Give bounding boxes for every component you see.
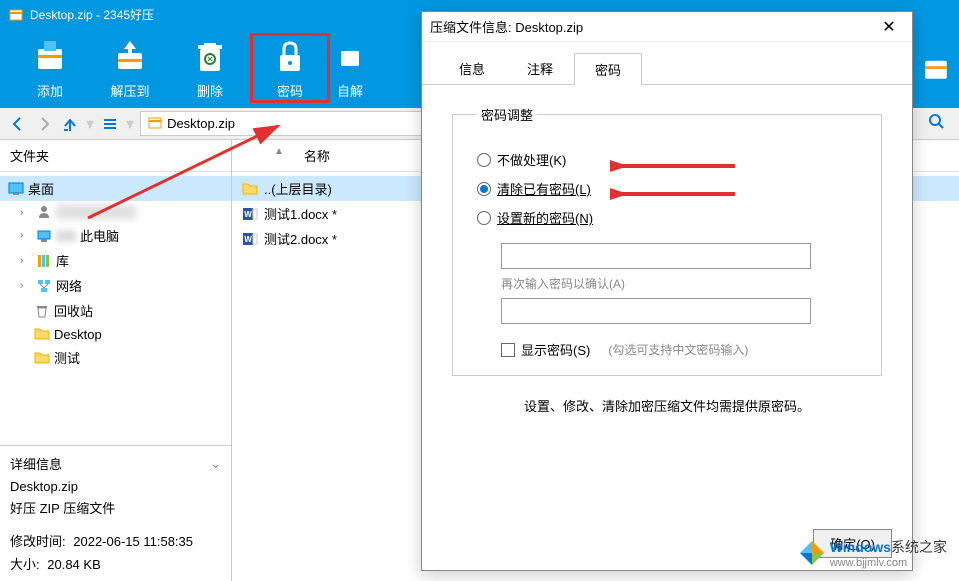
recycle-icon — [34, 303, 50, 319]
radio-new[interactable] — [477, 211, 491, 225]
path-text: Desktop.zip — [167, 116, 235, 131]
delete-button[interactable]: 删除 — [170, 33, 250, 103]
search-icon[interactable] — [928, 113, 944, 134]
confirm-label: 再次输入密码以确认(A) — [501, 275, 857, 292]
radio-none[interactable] — [477, 153, 491, 167]
tree-item-desktop[interactable]: 桌面 — [0, 176, 231, 201]
dialog-tabs: 信息 注释 密码 — [422, 42, 912, 85]
tab-password[interactable]: 密码 — [574, 53, 642, 85]
sidebar-header: 文件夹 — [0, 140, 231, 172]
tab-info[interactable]: 信息 — [438, 52, 506, 84]
up-icon[interactable] — [60, 114, 80, 134]
word-icon: W — [242, 231, 258, 247]
dialog-note: 设置、修改、清除加密压缩文件均需提供原密码。 — [452, 396, 882, 415]
folder-up-icon — [242, 181, 258, 197]
password-fieldset: 密码调整 不做处理(K) 清除已有密码(L) 设置新的密码(N) 再次输入密码以… — [452, 105, 882, 376]
nav-right-fragment — [913, 108, 959, 140]
delete-icon — [190, 37, 230, 77]
password-confirm-input[interactable] — [501, 298, 811, 324]
radio-clear[interactable] — [477, 182, 491, 196]
tab-comment[interactable]: 注释 — [506, 52, 574, 84]
folder-icon — [34, 326, 50, 342]
dialog-title-text: 压缩文件信息: Desktop.zip — [430, 17, 583, 36]
fieldset-legend: 密码调整 — [477, 105, 537, 124]
details-modified-label: 修改时间: — [10, 534, 66, 549]
chevron-icon[interactable]: › — [20, 255, 32, 266]
tree-item-computer[interactable]: › 此电脑 — [0, 223, 231, 248]
window-title: Desktop.zip - 2345好压 — [30, 6, 154, 23]
tree-item-user[interactable]: › — [0, 201, 231, 223]
details-filename: Desktop.zip — [10, 479, 221, 494]
user-icon — [36, 204, 52, 220]
dialog-title-bar: 压缩文件信息: Desktop.zip ✕ — [422, 12, 912, 42]
lock-icon — [270, 37, 310, 77]
password-input[interactable] — [501, 243, 811, 269]
list-view-icon[interactable] — [100, 114, 120, 134]
extract-icon — [110, 37, 150, 77]
toolbar-right-fragment — [913, 28, 959, 108]
radio-none-row[interactable]: 不做处理(K) — [477, 150, 857, 169]
chevron-icon[interactable]: › — [20, 280, 32, 291]
radio-clear-row[interactable]: 清除已有密码(L) — [477, 179, 857, 198]
tree-item-desktop-folder[interactable]: Desktop — [0, 323, 231, 345]
tree-item-library[interactable]: › 库 — [0, 248, 231, 273]
computer-icon — [36, 228, 52, 244]
tree-item-recycle[interactable]: 回收站 — [0, 298, 231, 323]
watermark: Windows系统之家 www.bjjmlv.com — [798, 537, 947, 569]
selfextract-icon — [330, 37, 370, 77]
svg-text:W: W — [244, 210, 252, 219]
dialog-body: 密码调整 不做处理(K) 清除已有密码(L) 设置新的密码(N) 再次输入密码以… — [422, 85, 912, 451]
selfextract-button[interactable]: 自解 — [330, 33, 370, 103]
details-size-label: 大小: — [10, 557, 40, 572]
collapse-icon[interactable]: ⌄ — [210, 456, 221, 472]
add-button[interactable]: 添加 — [10, 33, 90, 103]
chevron-icon[interactable]: › — [20, 230, 32, 241]
sidebar: 文件夹 桌面 › › 此电脑 › 库 › — [0, 140, 232, 581]
show-password-row[interactable]: 显示密码(S) (勾选可支持中文密码输入) — [501, 340, 857, 359]
details-size-value: 20.84 KB — [47, 557, 101, 572]
network-icon — [36, 278, 52, 294]
add-icon — [30, 37, 70, 77]
back-icon[interactable] — [8, 114, 28, 134]
col-name[interactable]: 名称 — [304, 146, 330, 165]
word-icon: W — [242, 206, 258, 222]
folder-icon — [34, 350, 50, 366]
details-type: 好压 ZIP 压缩文件 — [10, 498, 221, 517]
library-icon — [36, 253, 52, 269]
tree-item-network[interactable]: › 网络 — [0, 273, 231, 298]
svg-text:W: W — [244, 235, 252, 244]
archive-info-dialog: 压缩文件信息: Desktop.zip ✕ 信息 注释 密码 密码调整 不做处理… — [421, 11, 913, 571]
desktop-icon — [8, 181, 24, 197]
details-header-label: 详细信息 — [10, 454, 62, 473]
folder-tree: 桌面 › › 此电脑 › 库 › 网络 — [0, 172, 231, 445]
show-password-checkbox[interactable] — [501, 343, 515, 357]
close-icon[interactable]: ✕ — [874, 12, 904, 42]
radio-new-row[interactable]: 设置新的密码(N) — [477, 208, 857, 227]
app-icon — [8, 6, 24, 22]
details-panel: 详细信息 ⌄ Desktop.zip 好压 ZIP 压缩文件 修改时间: 202… — [0, 445, 231, 581]
watermark-logo-icon — [798, 539, 826, 567]
extract-button[interactable]: 解压到 — [90, 33, 170, 103]
password-button[interactable]: 密码 — [250, 33, 330, 103]
blurred-text — [56, 205, 136, 219]
tree-item-test[interactable]: 测试 — [0, 345, 231, 370]
forward-icon[interactable] — [34, 114, 54, 134]
chevron-icon[interactable]: › — [20, 207, 32, 218]
details-modified-value: 2022-06-15 11:58:35 — [73, 534, 193, 549]
archive-icon — [147, 114, 163, 133]
